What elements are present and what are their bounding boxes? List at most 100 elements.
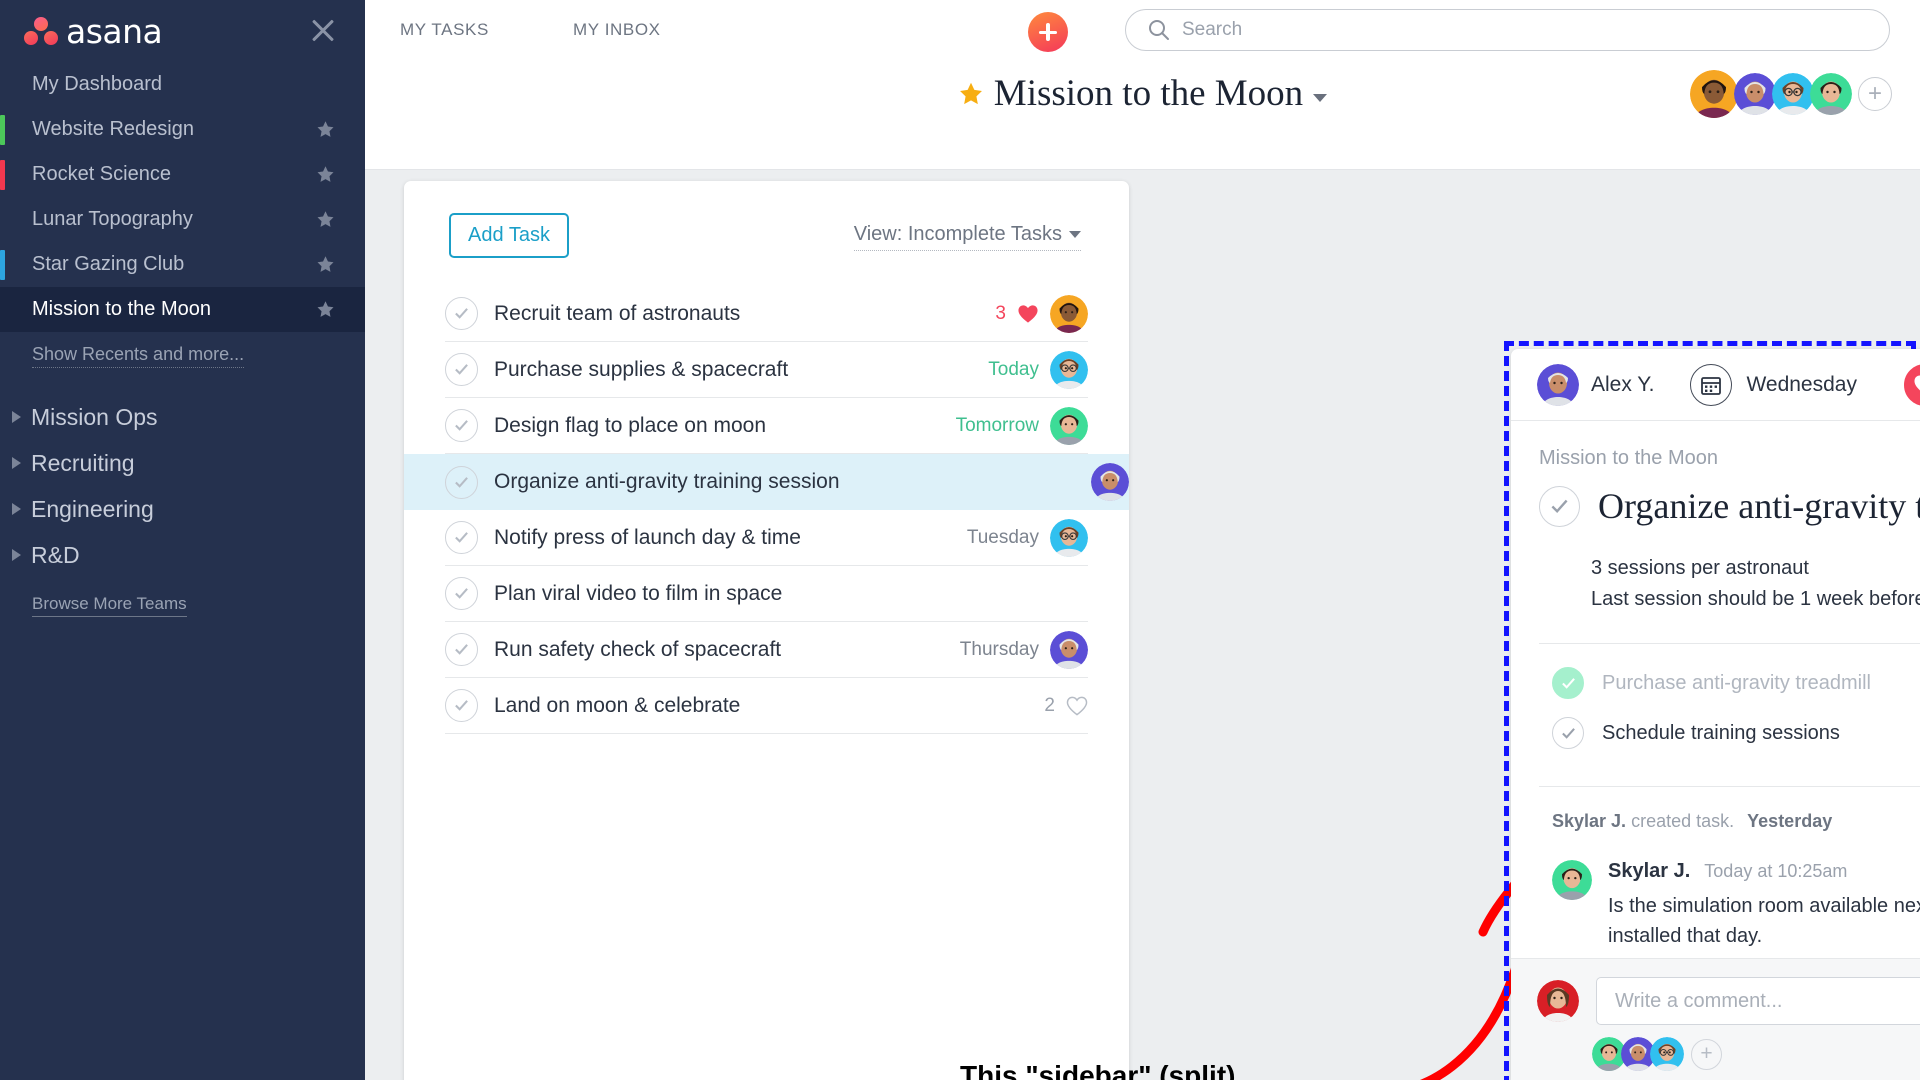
sidebar-team-recruiting[interactable]: Recruiting [0, 440, 365, 486]
task-checkbox[interactable] [445, 465, 478, 499]
chevron-down-icon [1069, 231, 1081, 238]
sidebar-team-r-d[interactable]: R&D [0, 532, 365, 578]
task-checkbox[interactable] [445, 297, 478, 330]
task-checkbox[interactable] [445, 689, 478, 722]
quick-add-button[interactable] [1028, 12, 1068, 52]
task-checkbox[interactable] [445, 633, 478, 666]
task-row[interactable]: Organize anti-gravity training session [404, 454, 1129, 510]
task-row[interactable]: Plan viral video to film in space [445, 566, 1088, 622]
subtask-row[interactable]: Schedule training sessions [1552, 708, 1920, 758]
task-row[interactable]: Purchase supplies & spacecraft Today [445, 342, 1088, 398]
add-task-button[interactable]: Add Task [449, 213, 569, 258]
heart-icon[interactable] [1066, 696, 1088, 716]
project-title-row: Mission to the Moon [365, 72, 1920, 115]
task-complete-checkbox[interactable] [1539, 485, 1580, 527]
task-row[interactable]: Design flag to place on moon Tomorrow [445, 398, 1088, 454]
browse-more-teams-link[interactable]: Browse More Teams [32, 594, 187, 617]
project-members: + [1690, 70, 1892, 118]
close-sidebar-icon[interactable] [303, 10, 343, 50]
sidebar-item-label: Star Gazing Club [32, 253, 185, 275]
task-checkbox[interactable] [445, 353, 478, 386]
sidebar-item-star-gazing-club[interactable]: Star Gazing Club [0, 242, 365, 287]
sidebar-item-my-dashboard[interactable]: My Dashboard [0, 62, 365, 107]
task-row[interactable]: Run safety check of spacecraft Thursday [445, 622, 1088, 678]
sidebar-item-mission-to-the-moon[interactable]: Mission to the Moon [0, 287, 365, 332]
task-row-meta: Thursday [960, 630, 1088, 669]
avatar-face-icon [1690, 70, 1738, 118]
task-due-date[interactable]: Tomorrow [956, 415, 1039, 437]
check-icon [455, 532, 468, 543]
story-time: Yesterday [1747, 811, 1833, 831]
task-detail-body: Mission to the Moon Organize anti-gravit… [1511, 421, 1920, 958]
comment-input[interactable] [1596, 977, 1920, 1025]
star-icon[interactable] [316, 210, 335, 229]
nav-my-tasks[interactable]: MY TASKS [400, 20, 489, 40]
activity-story: Skylar J. created task. Yesterday [1552, 811, 1920, 832]
task-row[interactable]: Recruit team of astronauts 3 [445, 286, 1088, 342]
project-color-bar [0, 250, 5, 280]
like-task-button[interactable]: 2 [1903, 363, 1920, 406]
sidebar-team-label: R&D [31, 541, 80, 568]
sidebar-item-lunar-topography[interactable]: Lunar Topography [0, 197, 365, 242]
check-icon [1561, 677, 1575, 689]
project-menu-chevron-down-icon[interactable] [1313, 93, 1328, 102]
view-filter-select[interactable]: View: Incomplete Tasks [853, 223, 1081, 251]
task-due-date[interactable]: Thursday [960, 639, 1039, 661]
subtask-checkbox[interactable] [1552, 667, 1584, 699]
task-row[interactable]: Land on moon & celebrate 2 [445, 678, 1088, 734]
check-icon [455, 364, 468, 375]
task-name: Recruit team of astronauts [494, 301, 741, 325]
avatar [1050, 630, 1088, 669]
add-member-button[interactable]: + [1858, 77, 1892, 111]
breadcrumb[interactable]: Mission to the Moon [1539, 447, 1920, 470]
project-star-icon[interactable] [958, 81, 984, 107]
search-box[interactable] [1125, 9, 1890, 51]
task-detail-toolbar: Alex Y. Wednesday [1511, 349, 1920, 421]
avatar [1050, 350, 1088, 389]
assignee-name: Alex Y. [1591, 372, 1655, 396]
show-recents-link[interactable]: Show Recents and more... [32, 344, 245, 368]
task-title[interactable]: Organize anti-gravity training session [1598, 485, 1920, 527]
calendar-icon[interactable] [1690, 363, 1733, 406]
avatar-face-icon [1650, 1037, 1684, 1071]
task-due-date[interactable]: Tuesday [967, 527, 1039, 549]
heart-icon [1914, 375, 1920, 390]
star-icon[interactable] [316, 120, 335, 139]
subtask-row[interactable]: Purchase anti-gravity treadmill [1552, 658, 1920, 708]
subtask-checkbox[interactable] [1552, 717, 1584, 749]
task-row[interactable]: Notify press of launch day & time Tuesda… [445, 510, 1088, 566]
search-input[interactable] [1182, 19, 1822, 41]
sidebar-item-website-redesign[interactable]: Website Redesign [0, 107, 365, 152]
avatar [1091, 463, 1129, 501]
avatar [1050, 294, 1088, 333]
add-follower-button[interactable]: + [1691, 1038, 1722, 1070]
star-icon[interactable] [316, 255, 335, 274]
task-name: Run safety check of spacecraft [494, 637, 782, 661]
task-checkbox[interactable] [445, 521, 478, 554]
chevron-right-icon [12, 411, 21, 423]
sidebar-brand-row: asana [0, 0, 365, 62]
asana-logo[interactable]: asana [24, 12, 163, 51]
task-notes[interactable]: 3 sessions per astronaut Last session sh… [1591, 553, 1920, 615]
sidebar-item-label: Mission to the Moon [32, 298, 211, 320]
chevron-right-icon [12, 503, 21, 515]
star-icon[interactable] [316, 300, 335, 319]
task-assignee[interactable]: Alex Y. [1537, 363, 1655, 406]
asana-logo-dots-icon [24, 16, 58, 47]
star-icon[interactable] [316, 165, 335, 184]
sidebar-team-engineering[interactable]: Engineering [0, 486, 365, 532]
nav-my-inbox[interactable]: MY INBOX [573, 20, 661, 40]
task-row-meta: 2 [1044, 695, 1088, 717]
check-icon [455, 420, 468, 431]
check-icon [1561, 727, 1575, 739]
sidebar-team-mission-ops[interactable]: Mission Ops [0, 394, 365, 440]
heart-icon[interactable] [1017, 304, 1039, 324]
avatar-face-icon [1050, 630, 1088, 669]
task-due-day[interactable]: Wednesday [1746, 373, 1857, 397]
avatar [1552, 860, 1592, 900]
task-name: Land on moon & celebrate [494, 693, 741, 717]
sidebar-item-rocket-science[interactable]: Rocket Science [0, 152, 365, 197]
task-checkbox[interactable] [445, 577, 478, 610]
task-due-date[interactable]: Today [988, 359, 1039, 381]
task-checkbox[interactable] [445, 409, 478, 442]
